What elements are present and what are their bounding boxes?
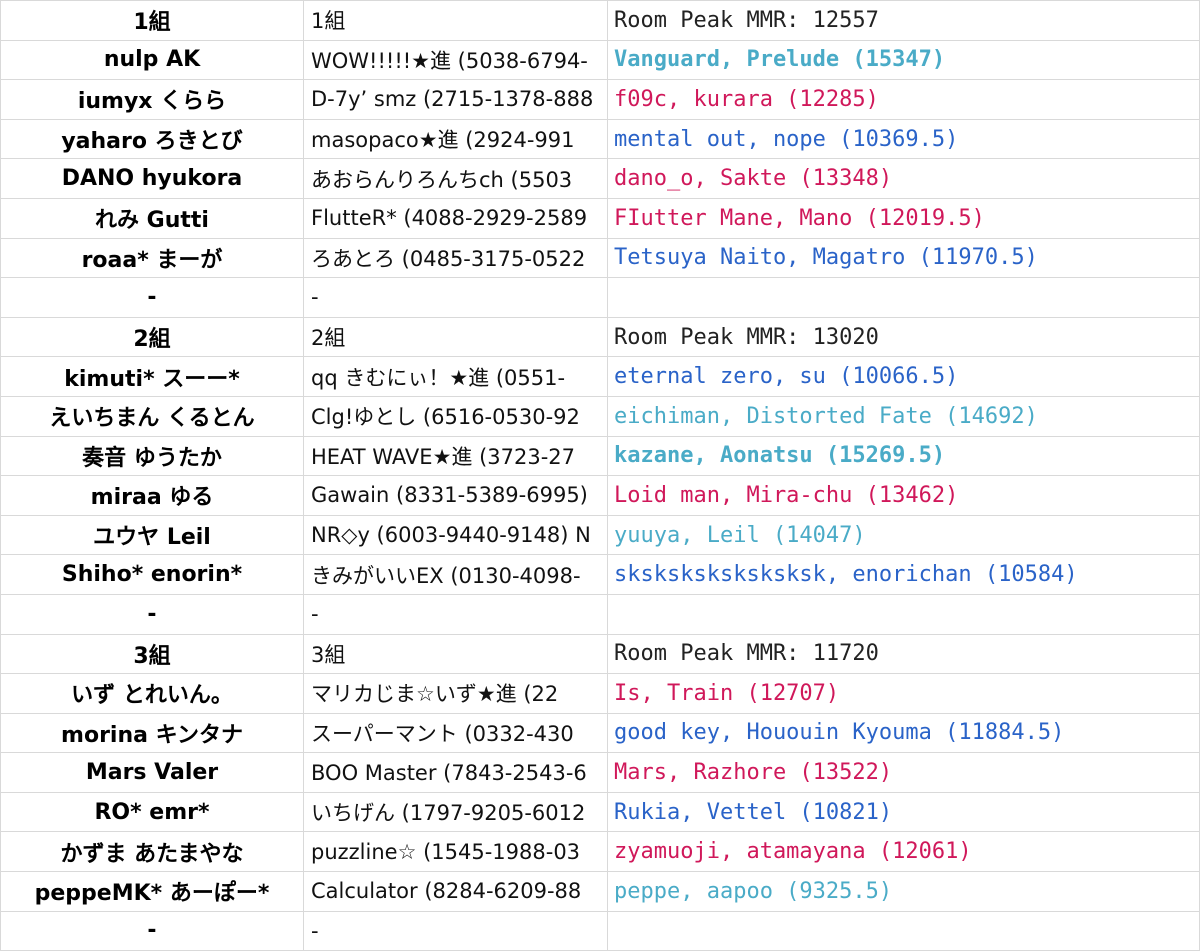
table-row: peppeMK* あーぽー* Calculator (8284-6209-88 pe…	[0, 871, 1200, 912]
player-id-cell[interactable]: Gawain (8331-5389-6995)	[303, 475, 608, 516]
team-players-cell[interactable]: -	[0, 277, 304, 318]
spreadsheet-body: 1組 1組 Room Peak MMR: 12557 nulp AK WOW!!!!!★…	[0, 0, 1200, 951]
table-row: えいちまん くるとん Clg!ゆとし (6516-0530-92 eichiman,…	[0, 395, 1200, 437]
mmr-cell[interactable]: kazane, Aonatsu (15269.5)	[607, 435, 1200, 477]
mmr-cell[interactable]	[607, 593, 1200, 635]
team-players-cell[interactable]: morina キンタナ	[0, 712, 304, 754]
table-row: 1組 1組 Room Peak MMR: 12557	[0, 0, 1200, 41]
team-players-cell[interactable]: れみ Gutti	[0, 197, 304, 239]
mmr-cell[interactable]: Tetsuya Naito, Magatro (11970.5)	[607, 237, 1200, 279]
table-row: 奏音 ゆうたか HEAT WAVE★進 (3723-27 kazane, Aonat…	[0, 435, 1200, 477]
table-row: miraa ゆる Gawain (8331-5389-6995) Loid man,…	[0, 475, 1200, 516]
table-row: DANO hyukora あおらんりろんちch (5503 dano_o, Sakt…	[0, 158, 1200, 199]
mmr-cell[interactable]: mental out, nope (10369.5)	[607, 118, 1200, 160]
team-players-cell[interactable]: RO* emr*	[0, 791, 304, 833]
table-row: れみ Gutti FlutteR* (4088-2929-2589 FIutter …	[0, 197, 1200, 239]
table-row: ユウヤ Leil NR◇y (6003-9440-9148) Nyuuya, Le…	[0, 514, 1200, 556]
player-id-cell[interactable]: いちげん (1797-9205-6012	[303, 791, 608, 833]
table-row: iumyx くらら D-7y’ smz (2715-1378-888 f09c, k…	[0, 79, 1200, 120]
table-row: RO* emr* いちげん (1797-9205-6012 Rukia, Vette…	[0, 791, 1200, 833]
player-id-cell[interactable]: 1組	[303, 0, 608, 41]
player-id-cell[interactable]: ろあとろ (0485-3175-0522	[303, 237, 608, 279]
mmr-cell[interactable]: good key, Hououin Kyouma (11884.5)	[607, 712, 1200, 754]
table-row: --	[0, 277, 1200, 318]
player-id-cell[interactable]: マリカじま☆いず★進 (22	[303, 673, 608, 714]
mmr-cell[interactable]: yuuya, Leil (14047)	[607, 514, 1200, 556]
player-id-cell[interactable]: WOW!!!!!★進 (5038-6794-	[303, 39, 608, 81]
mmr-cell[interactable]: Loid man, Mira-chu (13462)	[607, 475, 1200, 516]
mmr-cell[interactable]	[607, 277, 1200, 318]
mmr-cell[interactable]: f09c, kurara (12285)	[607, 79, 1200, 120]
mmr-cell[interactable]: Is, Train (12707)	[607, 673, 1200, 714]
player-id-cell[interactable]: NR◇y (6003-9440-9148) N	[303, 514, 608, 556]
team-players-cell[interactable]: kimuti* スーー*	[0, 356, 304, 397]
table-row: yaharo ろきとび masopaco★進 (2924-991 mental ou…	[0, 118, 1200, 160]
table-row: かずま あたまやな puzzline☆ (1545-1988-03 zyamuoji…	[0, 831, 1200, 873]
team-players-cell[interactable]: 奏音 ゆうたか	[0, 435, 304, 477]
player-id-cell[interactable]: puzzline☆ (1545-1988-03	[303, 831, 608, 873]
player-id-cell[interactable]: Clg!ゆとし (6516-0530-92	[303, 395, 608, 437]
team-players-cell[interactable]: Shiho* enorin*	[0, 554, 304, 595]
player-id-cell[interactable]: D-7y’ smz (2715-1378-888	[303, 79, 608, 120]
team-players-cell[interactable]: いず とれいん。	[0, 673, 304, 714]
player-id-cell[interactable]: masopaco★進 (2924-991	[303, 118, 608, 160]
team-players-cell[interactable]: iumyx くらら	[0, 79, 304, 120]
team-players-cell[interactable]: yaharo ろきとび	[0, 118, 304, 160]
player-id-cell[interactable]: Calculator (8284-6209-88	[303, 871, 608, 912]
table-row: nulp AK WOW!!!!!★進 (5038-6794- Vanguard, P…	[0, 39, 1200, 81]
table-row: いず とれいん。 マリカじま☆いず★進 (22 Is, Train (12707)	[0, 673, 1200, 714]
player-id-cell[interactable]: BOO Master (7843-2543-6	[303, 752, 608, 793]
team-players-cell[interactable]: DANO hyukora	[0, 158, 304, 199]
team-players-cell[interactable]: roaa* まーが	[0, 237, 304, 279]
mmr-cell[interactable]: Room Peak MMR: 13020	[607, 316, 1200, 358]
team-players-cell[interactable]: 3組	[0, 633, 304, 675]
player-id-cell[interactable]: あおらんりろんちch (5503	[303, 158, 608, 199]
team-players-cell[interactable]: Mars Valer	[0, 752, 304, 793]
table-row: roaa* まーが ろあとろ (0485-3175-0522 Tetsuya Nai…	[0, 237, 1200, 279]
table-row: kimuti* スーー* qq きむにぃ！★進 (0551- eternal zer…	[0, 356, 1200, 397]
table-row: morina キンタナ スーパーマント (0332-430 good key, Ho…	[0, 712, 1200, 754]
mmr-cell[interactable]: peppe, aapoo (9325.5)	[607, 871, 1200, 912]
mmr-cell[interactable]: eichiman, Distorted Fate (14692)	[607, 395, 1200, 437]
team-players-cell[interactable]: -	[0, 593, 304, 635]
table-row: Shiho* enorin* きみがいいEX (0130-4098- sksksks…	[0, 554, 1200, 595]
mmr-cell[interactable]: Room Peak MMR: 11720	[607, 633, 1200, 675]
mmr-cell[interactable]: Rukia, Vettel (10821)	[607, 791, 1200, 833]
mmr-cell[interactable]: eternal zero, su (10066.5)	[607, 356, 1200, 397]
team-players-cell[interactable]: かずま あたまやな	[0, 831, 304, 873]
team-players-cell[interactable]: 1組	[0, 0, 304, 41]
player-id-cell[interactable]: スーパーマント (0332-430	[303, 712, 608, 754]
mmr-cell[interactable]: Room Peak MMR: 12557	[607, 0, 1200, 41]
player-id-cell[interactable]: qq きむにぃ！★進 (0551-	[303, 356, 608, 397]
team-players-cell[interactable]: peppeMK* あーぽー*	[0, 871, 304, 912]
mmr-cell[interactable]: dano_o, Sakte (13348)	[607, 158, 1200, 199]
player-id-cell[interactable]: 3組	[303, 633, 608, 675]
mmr-cell[interactable]: Vanguard, Prelude (15347)	[607, 39, 1200, 81]
player-id-cell[interactable]: 2組	[303, 316, 608, 358]
mmr-cell[interactable]: FIutter Mane, Mano (12019.5)	[607, 197, 1200, 239]
team-players-cell[interactable]: miraa ゆる	[0, 475, 304, 516]
table-row: --	[0, 593, 1200, 635]
player-id-cell[interactable]: HEAT WAVE★進 (3723-27	[303, 435, 608, 477]
mmr-cell[interactable]: zyamuoji, atamayana (12061)	[607, 831, 1200, 873]
team-players-cell[interactable]: 2組	[0, 316, 304, 358]
spreadsheet-table: 1組 1組 Room Peak MMR: 12557 nulp AK WOW!!!!!★…	[0, 0, 1200, 951]
table-row: Mars Valer BOO Master (7843-2543-6 Mars, R…	[0, 752, 1200, 793]
mmr-cell[interactable]: Mars, Razhore (13522)	[607, 752, 1200, 793]
team-players-cell[interactable]: ユウヤ Leil	[0, 514, 304, 556]
team-players-cell[interactable]: えいちまん くるとん	[0, 395, 304, 437]
table-row: 3組 3組 Room Peak MMR: 11720	[0, 633, 1200, 675]
player-id-cell[interactable]: -	[303, 593, 608, 635]
player-id-cell[interactable]: きみがいいEX (0130-4098-	[303, 554, 608, 595]
team-players-cell[interactable]: nulp AK	[0, 39, 304, 81]
table-row: 2組 2組 Room Peak MMR: 13020	[0, 316, 1200, 358]
mmr-cell[interactable]: sksksksksksksksk, enorichan (10584)	[607, 554, 1200, 595]
player-id-cell[interactable]: -	[303, 277, 608, 318]
player-id-cell[interactable]: FlutteR* (4088-2929-2589	[303, 197, 608, 239]
